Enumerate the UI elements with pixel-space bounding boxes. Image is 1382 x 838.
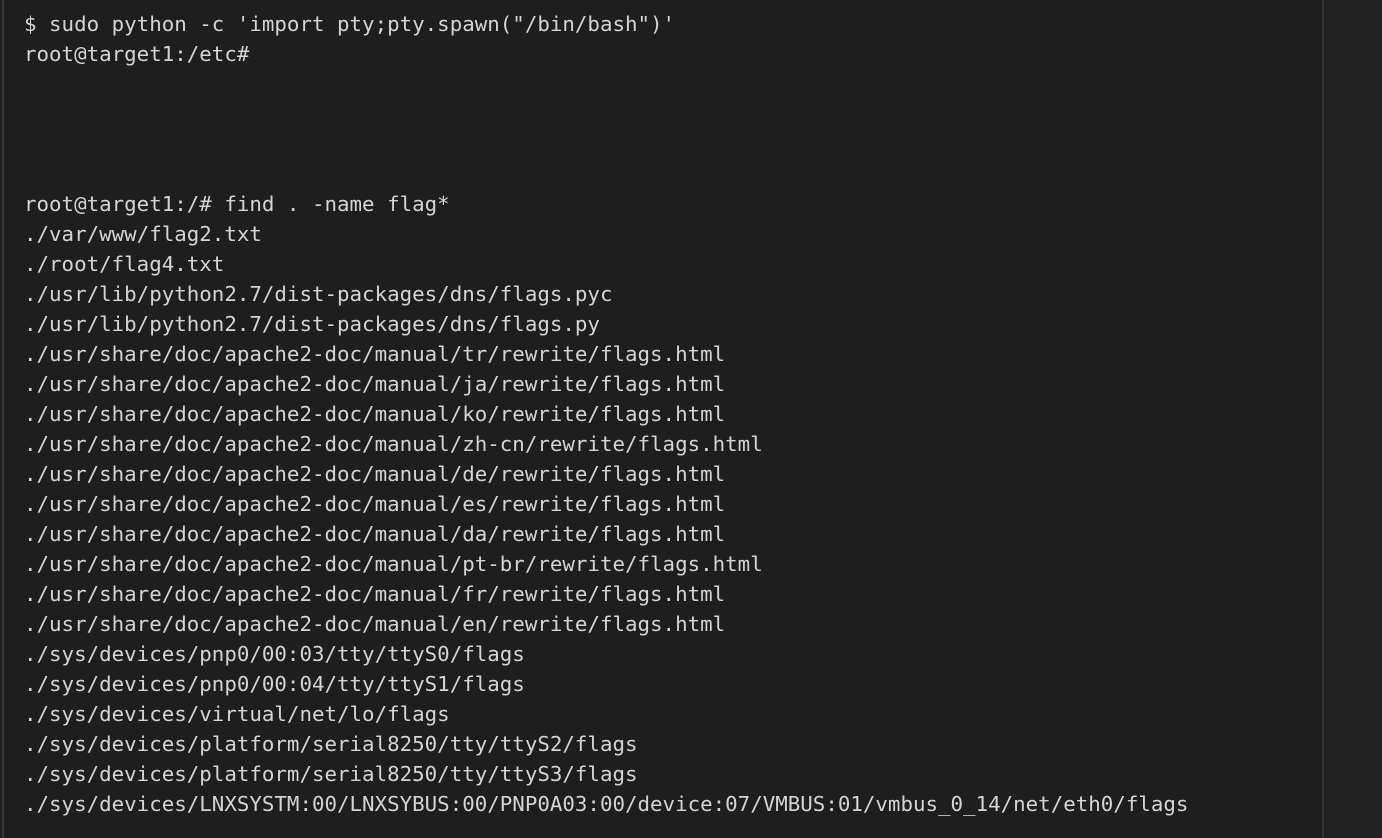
- terminal-line-output: ./sys/devices/platform/serial8250/tty/tt…: [24, 732, 638, 756]
- terminal-line-output: ./sys/devices/pnp0/00:04/tty/ttyS1/flags: [24, 672, 525, 696]
- terminal-line-output: ./usr/share/doc/apache2-doc/manual/en/re…: [24, 612, 726, 636]
- terminal-line-output: ./usr/share/doc/apache2-doc/manual/ko/re…: [24, 402, 726, 426]
- terminal-line-output: ./usr/share/doc/apache2-doc/manual/de/re…: [24, 462, 726, 486]
- terminal-line-output: ./usr/share/doc/apache2-doc/manual/da/re…: [24, 522, 726, 546]
- terminal-line-prompt: root@target1:/etc#: [24, 42, 250, 66]
- terminal-line-output: ./usr/lib/python2.7/dist-packages/dns/fl…: [24, 282, 613, 306]
- terminal-line-command: root@target1:/# find . -name flag*: [24, 192, 450, 216]
- terminal-line-command: $ sudo python -c 'import pty;pty.spawn("…: [24, 12, 676, 36]
- terminal-left-border: [2, 0, 4, 838]
- terminal-window[interactable]: $ sudo python -c 'import pty;pty.spawn("…: [0, 0, 1382, 838]
- terminal-line-output: ./usr/lib/python2.7/dist-packages/dns/fl…: [24, 312, 600, 336]
- terminal-line-output: ./sys/devices/platform/serial8250/tty/tt…: [24, 762, 638, 786]
- terminal-line-output: ./usr/share/doc/apache2-doc/manual/es/re…: [24, 492, 726, 516]
- terminal-output[interactable]: $ sudo python -c 'import pty;pty.spawn("…: [24, 9, 1188, 819]
- terminal-line-output: ./sys/devices/pnp0/00:03/tty/ttyS0/flags: [24, 642, 525, 666]
- terminal-line-output: ./usr/share/doc/apache2-doc/manual/fr/re…: [24, 582, 726, 606]
- terminal-line-output: ./usr/share/doc/apache2-doc/manual/pt-br…: [24, 552, 763, 576]
- scrollbar-gutter[interactable]: [1324, 0, 1382, 838]
- terminal-line-output: ./var/www/flag2.txt: [24, 222, 262, 246]
- terminal-line-output: ./sys/devices/virtual/net/lo/flags: [24, 702, 450, 726]
- terminal-line-output: ./root/flag4.txt: [24, 252, 225, 276]
- terminal-line-output: ./usr/share/doc/apache2-doc/manual/zh-cn…: [24, 432, 763, 456]
- terminal-line-output: ./usr/share/doc/apache2-doc/manual/ja/re…: [24, 372, 726, 396]
- terminal-line-output: ./sys/devices/LNXSYSTM:00/LNXSYBUS:00/PN…: [24, 792, 1189, 816]
- terminal-line-output: ./usr/share/doc/apache2-doc/manual/tr/re…: [24, 342, 726, 366]
